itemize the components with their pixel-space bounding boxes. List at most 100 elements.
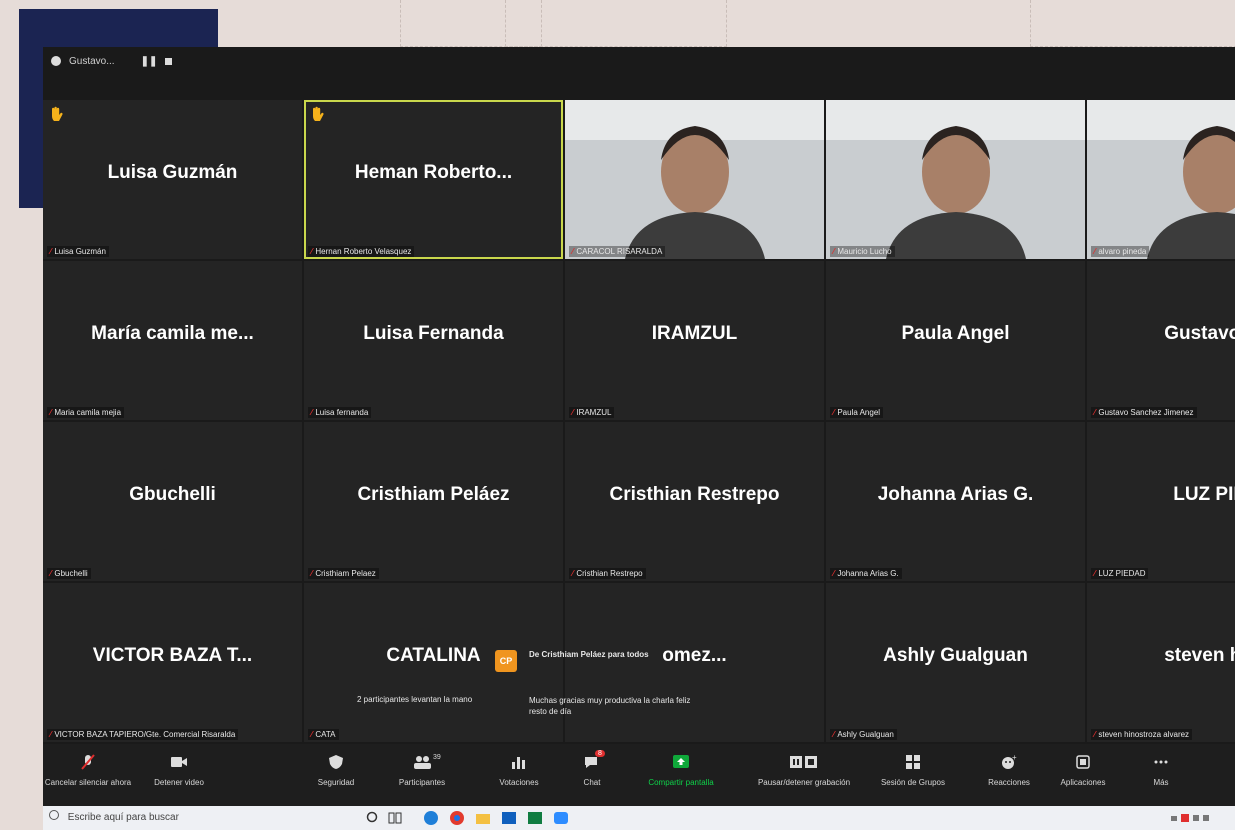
participant-label: ⁄ Mauricio Lucho bbox=[830, 246, 895, 257]
muted-mic-icon: ⁄ bbox=[572, 569, 574, 578]
participant-full-name: Johanna Arias G. bbox=[837, 569, 899, 578]
stop-video-button[interactable]: Detener video bbox=[139, 750, 219, 787]
mute-button[interactable]: Cancelar silenciar ahora bbox=[43, 750, 133, 787]
taskbar-search[interactable]: Escribe aquí para buscar bbox=[49, 810, 349, 826]
participant-full-name: VICTOR BAZA TAPIERO/Gte. Comercial Risar… bbox=[54, 730, 236, 739]
apps-button[interactable]: Aplicaciones bbox=[1053, 750, 1113, 787]
outlook-icon[interactable] bbox=[501, 810, 517, 826]
muted-mic-icon: ⁄ bbox=[50, 247, 52, 256]
search-taskbar-icon[interactable] bbox=[365, 810, 381, 826]
chat-sender: De Cristhiam Peláez para todos bbox=[529, 650, 649, 659]
breakout-rooms-button[interactable]: Sesión de Grupos bbox=[877, 750, 949, 787]
participant-video bbox=[565, 100, 824, 259]
participant-name: steven hinc bbox=[1164, 645, 1235, 666]
participant-label: ⁄ Gbuchelli bbox=[47, 568, 91, 579]
recording-button[interactable]: Pausar/detener grabación bbox=[739, 750, 869, 787]
muted-mic-icon: ⁄ bbox=[833, 569, 835, 578]
participant-full-name: CARACOL RISARALDA bbox=[576, 247, 663, 256]
muted-mic-icon: ⁄ bbox=[572, 408, 574, 417]
participant-tile[interactable]: Johanna Arias G. ⁄ Johanna Arias G. bbox=[826, 422, 1085, 581]
chat-button[interactable]: 8 Chat bbox=[567, 750, 617, 787]
participant-full-name: Hernan Roberto Velasquez bbox=[315, 247, 412, 256]
search-icon bbox=[49, 810, 59, 820]
chat-avatar-badge: CP bbox=[495, 650, 517, 672]
participant-full-name: Gbuchelli bbox=[54, 569, 88, 578]
muted-mic-icon: ⁄ bbox=[50, 569, 52, 578]
participant-label: ⁄ IRAMZUL bbox=[569, 407, 615, 418]
security-button[interactable]: Seguridad bbox=[303, 750, 369, 787]
participant-tile[interactable]: Ashly Gualguan ⁄ Ashly Gualguan bbox=[826, 583, 1085, 742]
participant-tile[interactable]: Paula Angel ⁄ Paula Angel bbox=[826, 261, 1085, 420]
shield-icon bbox=[327, 754, 345, 770]
participant-tile[interactable]: Gbuchelli ⁄ Gbuchelli bbox=[43, 422, 302, 581]
participant-tile[interactable]: CATALINA ⁄ CATA bbox=[304, 583, 563, 742]
participant-full-name: Paula Angel bbox=[837, 408, 881, 417]
participant-tile[interactable]: María camila me... ⁄ Maria camila mejia bbox=[43, 261, 302, 420]
mute-label: Cancelar silenciar ahora bbox=[44, 778, 132, 787]
more-icon bbox=[1152, 754, 1170, 770]
file-explorer-icon[interactable] bbox=[475, 810, 491, 826]
participant-tile[interactable]: Cristhian Restrepo ⁄ Cristhian Restrepo bbox=[565, 422, 824, 581]
participants-button[interactable]: 39 Participantes bbox=[387, 750, 457, 787]
participant-video bbox=[826, 100, 1085, 259]
participant-name: IRAMZUL bbox=[651, 323, 738, 344]
participant-tile[interactable]: Luisa Guzmán ⁄ Luisa Guzmán bbox=[43, 100, 302, 259]
meeting-toolbar: Cancelar silenciar ahora Detener video S… bbox=[43, 744, 1235, 806]
pause-icon[interactable]: ❚❚ bbox=[141, 56, 158, 67]
raised-hand-icon bbox=[49, 106, 63, 122]
more-label: Más bbox=[1153, 778, 1169, 787]
participant-tile[interactable]: Gustavo Sa ⁄Gustavo Sanchez Jimenez bbox=[1087, 261, 1235, 420]
participant-label: ⁄ Maria camila mejia bbox=[47, 407, 125, 418]
participants-label: Participantes bbox=[398, 778, 446, 787]
participant-full-name: IRAMZUL bbox=[576, 408, 612, 417]
more-button[interactable]: Más bbox=[1143, 750, 1179, 787]
participant-full-name: Maria camila mejia bbox=[54, 408, 122, 417]
participant-tile[interactable]: steven hinc ⁄steven hinostroza alvarez bbox=[1087, 583, 1235, 742]
chat-message-preview: Muchas gracias muy productiva la charla … bbox=[529, 696, 691, 716]
raised-hands-notice: 2 participantes levantan la mano bbox=[357, 695, 473, 704]
participant-full-name: Luisa Guzmán bbox=[54, 247, 106, 256]
participant-tile[interactable]: ⁄ CARACOL RISARALDA bbox=[565, 100, 824, 259]
excel-icon[interactable] bbox=[527, 810, 543, 826]
edge-icon[interactable] bbox=[423, 810, 439, 826]
participant-tile[interactable]: Heman Roberto... ⁄ Hernan Roberto Velasque… bbox=[304, 100, 563, 259]
participant-tile[interactable]: Luisa Fernanda ⁄ Luisa fernanda bbox=[304, 261, 563, 420]
apps-label: Aplicaciones bbox=[1060, 778, 1106, 787]
participant-full-name: Gustavo Sanchez Jimenez bbox=[1098, 408, 1194, 417]
chrome-icon[interactable] bbox=[449, 810, 465, 826]
muted-mic-icon: ⁄ bbox=[572, 247, 574, 256]
participant-tile[interactable]: LUZ PIED ⁄LUZ PIEDAD bbox=[1087, 422, 1235, 581]
breakout-rooms-icon bbox=[904, 754, 922, 770]
participant-tile[interactable]: VICTOR BAZA T... ⁄ VICTOR BAZA TAPIERO/Gte… bbox=[43, 583, 302, 742]
muted-mic-icon: ⁄ bbox=[50, 408, 52, 417]
participant-tile[interactable]: omez... bbox=[565, 583, 824, 742]
participant-label: ⁄ Ashly Gualguan bbox=[830, 729, 897, 740]
participant-tile[interactable]: ⁄ alvaro pineda bbox=[1087, 100, 1235, 259]
participant-label: ⁄ Johanna Arias G. bbox=[830, 568, 902, 579]
task-view-icon[interactable] bbox=[387, 810, 403, 826]
stop-icon[interactable] bbox=[165, 57, 173, 65]
share-screen-button[interactable]: Compartir pantalla bbox=[631, 750, 731, 787]
participant-full-name: CATA bbox=[315, 730, 336, 739]
participant-label: ⁄ Paula Angel bbox=[830, 407, 884, 418]
participant-label: ⁄ Cristhian Restrepo bbox=[569, 568, 646, 579]
polls-button[interactable]: Votaciones bbox=[487, 750, 551, 787]
chat-icon: 8 bbox=[583, 750, 605, 770]
participant-name: Luisa Fernanda bbox=[363, 323, 504, 344]
background-decoration bbox=[1030, 0, 1235, 47]
participant-tile[interactable]: IRAMZUL ⁄ IRAMZUL bbox=[565, 261, 824, 420]
muted-mic-icon: ⁄ bbox=[1094, 408, 1096, 417]
participant-full-name: steven hinostroza alvarez bbox=[1098, 730, 1190, 739]
participant-label: ⁄ Gustavo Sanchez Jimenez bbox=[1091, 407, 1197, 418]
participant-name: Paula Angel bbox=[901, 323, 1010, 344]
participant-name: Luisa Guzmán bbox=[107, 162, 238, 183]
participant-tile[interactable]: Cristhiam Peláez ⁄ Cristhiam Pelaez bbox=[304, 422, 563, 581]
muted-mic-icon: ⁄ bbox=[311, 408, 313, 417]
participants-icon bbox=[413, 754, 431, 770]
windows-taskbar: Escribe aquí para buscar bbox=[43, 806, 1235, 830]
zoom-shield-icon bbox=[51, 56, 61, 66]
zoom-taskbar-icon[interactable] bbox=[553, 810, 569, 826]
reactions-button[interactable]: + Reacciones bbox=[983, 750, 1035, 787]
participant-tile[interactable]: ⁄ Mauricio Lucho bbox=[826, 100, 1085, 259]
zoom-meeting-window: Gustavo... ❚❚ Luisa Guzmán ⁄ Luisa Guzmán H… bbox=[43, 47, 1235, 830]
